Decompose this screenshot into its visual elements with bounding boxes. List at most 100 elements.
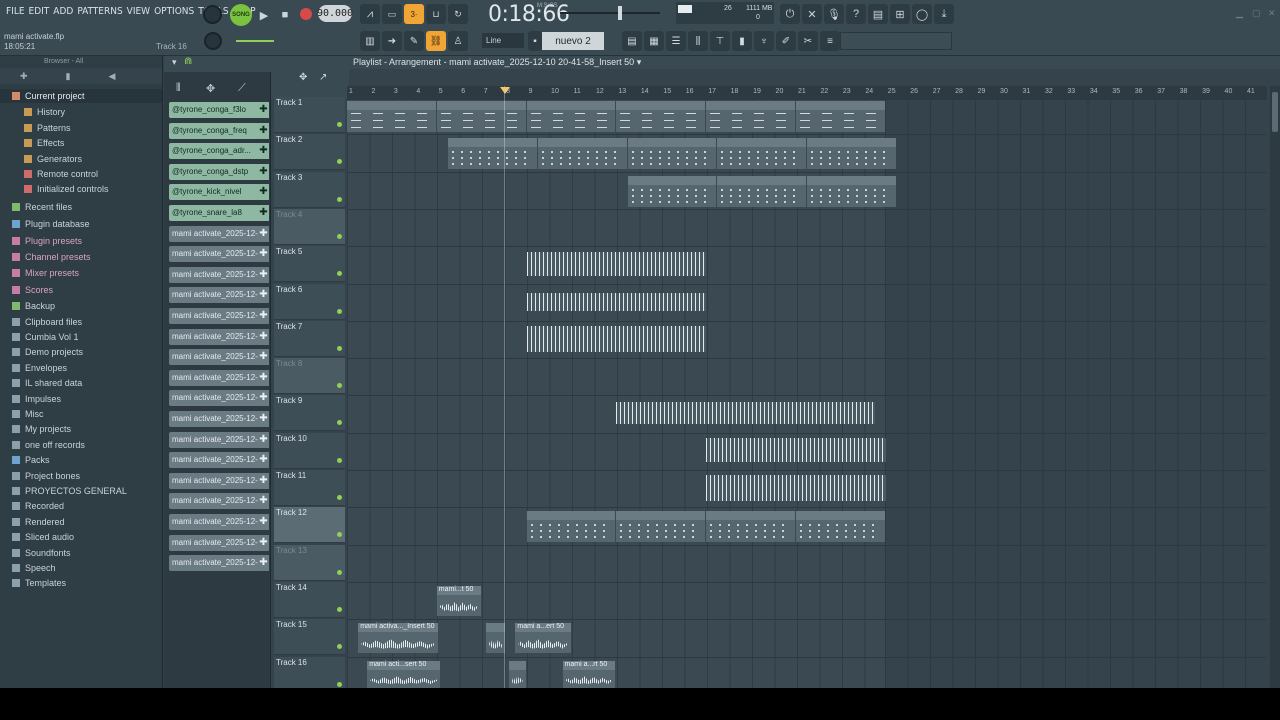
arrow-tool-icon[interactable]: ➜ xyxy=(382,31,402,51)
add-clip-icon[interactable]: ✚ xyxy=(258,349,269,366)
picker-clip-item[interactable]: mami activate_2025-12-... xyxy=(169,328,259,345)
menu-view[interactable]: VIEW xyxy=(125,6,152,17)
add-clip-icon[interactable]: ✚ xyxy=(258,472,269,489)
track-enable-led[interactable] xyxy=(337,532,342,538)
add-clip-icon[interactable]: ✚ xyxy=(258,246,269,263)
browser-item[interactable]: Recorded xyxy=(0,499,162,513)
metronome-icon[interactable]: ⩘ xyxy=(360,4,380,24)
browser-item[interactable]: Scores xyxy=(0,283,162,297)
help-icon[interactable]: ? xyxy=(846,4,866,24)
picker-clip-item[interactable]: mami activate_2025-12-... xyxy=(169,555,259,572)
add-clip-icon[interactable]: ✚ xyxy=(258,534,269,551)
track-enable-led[interactable] xyxy=(337,569,342,575)
track-header[interactable]: Track 12 xyxy=(274,507,345,544)
track-header[interactable]: Track 2 xyxy=(274,134,345,171)
picker-clip-item[interactable]: mami activate_2025-12-... xyxy=(169,390,259,407)
browser-item[interactable]: My projects xyxy=(0,422,162,436)
browser-item[interactable]: Rendered xyxy=(0,515,162,529)
pattern-clip[interactable]: bajo xyxy=(526,511,616,543)
channel-rack-icon[interactable]: ⫼ xyxy=(688,31,708,51)
pattern-clip[interactable]: Pattern 1 xyxy=(347,101,436,132)
vertical-scrollbar[interactable] xyxy=(1270,86,1280,688)
drum-clip[interactable] xyxy=(526,325,707,352)
master-pitch-knob[interactable] xyxy=(204,32,222,50)
add-clip-icon[interactable]: ✚ xyxy=(258,308,269,324)
pattern-clip[interactable]: nuevo xyxy=(537,138,627,170)
piano-roll-icon[interactable]: ▥ xyxy=(360,31,380,51)
menu-list-icon[interactable]: ≡ xyxy=(820,31,840,51)
browser-item[interactable]: Channel presets xyxy=(0,250,162,264)
pattern-clip[interactable]: nuevo xyxy=(717,138,807,170)
draw-tool-icon[interactable]: ✎ xyxy=(404,31,424,51)
track-header[interactable]: Track 9 xyxy=(274,395,345,432)
browser-item[interactable]: Effects xyxy=(0,136,162,150)
browser-item[interactable]: Project bones xyxy=(0,469,162,483)
browser-item[interactable]: Impulses xyxy=(0,392,162,406)
browser-item[interactable]: Speech xyxy=(0,561,162,575)
download-icon[interactable]: ⤓ xyxy=(934,4,954,24)
browser-item[interactable]: one off records xyxy=(0,438,162,452)
picker-clip-item[interactable]: mami activate_2025-12-... xyxy=(169,431,259,448)
picker-clip-item[interactable]: mami activate_2025-12-... xyxy=(169,349,259,366)
pattern-clip[interactable]: Pattern 1 xyxy=(796,101,885,132)
pattern-clip[interactable]: nuevo xyxy=(627,138,717,170)
picker-move-icon[interactable]: ✥ xyxy=(206,82,215,95)
drum-clip[interactable] xyxy=(526,252,707,277)
plugin-icon[interactable]: ⊞ xyxy=(890,4,910,24)
picker-clip-item[interactable]: mami activate_2025-12-... xyxy=(169,369,259,386)
add-clip-icon[interactable]: ✚ xyxy=(258,390,269,407)
loop-record-icon[interactable]: ↻ xyxy=(448,4,468,24)
pattern-clip[interactable]: nuevo 2 xyxy=(627,175,717,207)
picker-clip-item[interactable]: mami activate_2025-12-... xyxy=(169,246,259,263)
menu-patterns[interactable]: PATTERNS xyxy=(75,6,124,17)
snap-icon[interactable]: ✥ xyxy=(299,72,307,83)
browser-item[interactable]: Patterns xyxy=(0,121,162,135)
picker-clip-item[interactable]: mami activate_2025-12-... xyxy=(169,534,259,551)
pattern-clip[interactable]: nuevo 2 xyxy=(807,175,897,207)
audio-clip[interactable]: mami activa..._Insert 50 xyxy=(358,623,439,654)
track-header[interactable]: Track 13 xyxy=(274,544,345,581)
wrench-icon[interactable]: ✂ xyxy=(798,31,818,51)
playlist-icon[interactable]: ▤ xyxy=(622,31,642,51)
add-clip-icon[interactable]: ✚ xyxy=(258,514,269,530)
audio-clip[interactable] xyxy=(486,623,506,654)
picker-clip-item[interactable]: mami activate_2025-12-... xyxy=(169,266,259,283)
play-icon[interactable]: ▶ xyxy=(254,5,274,25)
drum-clip[interactable] xyxy=(526,292,707,311)
track-enable-led[interactable] xyxy=(337,196,342,202)
browser-file-icon[interactable]: ▮ xyxy=(66,71,71,82)
drum-clip[interactable] xyxy=(706,437,886,462)
picker-clip-item[interactable]: mami activate_2025-12-... xyxy=(169,308,259,324)
add-clip-icon[interactable]: ✚ xyxy=(258,143,269,160)
add-clip-icon[interactable]: ✚ xyxy=(258,266,269,283)
song-mode-toggle[interactable]: SONG xyxy=(230,4,252,26)
track-enable-led[interactable] xyxy=(337,308,342,314)
tempo-display[interactable]: 90.000 xyxy=(317,5,353,22)
browser-item[interactable]: Demo projects xyxy=(0,345,162,359)
link-tool-icon[interactable]: ⛓ xyxy=(426,31,446,51)
browser-item[interactable]: Envelopes xyxy=(0,361,162,375)
browser-item[interactable]: Templates xyxy=(0,576,162,590)
picker-clip-item[interactable]: @tyrone_conga_dstp xyxy=(169,163,259,180)
picker-slice-icon[interactable]: ⟋ xyxy=(238,82,246,95)
save-icon[interactable]: ▤ xyxy=(868,4,888,24)
menu-add[interactable]: ADD xyxy=(51,6,75,17)
blend-notes-icon[interactable]: ⊔ xyxy=(426,4,446,24)
stop-icon[interactable]: ■ xyxy=(275,5,295,25)
picker-clip-item[interactable]: mami activate_2025-12-... xyxy=(169,472,259,489)
chevron-down-icon[interactable]: ▾ xyxy=(637,57,642,67)
picker-clip-item[interactable]: mami activate_2025-12-... xyxy=(169,452,259,469)
track-enable-led[interactable] xyxy=(337,495,342,500)
add-clip-icon[interactable]: ✚ xyxy=(258,122,269,139)
picker-menu-icon[interactable]: ▾ xyxy=(172,57,177,68)
drum-clip[interactable] xyxy=(616,402,875,425)
browser-item[interactable]: Misc xyxy=(0,407,162,421)
add-clip-icon[interactable]: ✚ xyxy=(258,184,269,201)
track-header[interactable]: Track 7 xyxy=(274,320,345,357)
browser-item[interactable]: History xyxy=(0,105,162,119)
pattern-clip[interactable]: Pattern 1 xyxy=(616,101,706,132)
track-enable-led[interactable] xyxy=(337,420,342,426)
track-header[interactable]: Track 1 xyxy=(274,97,345,133)
track-header[interactable]: Track 5 xyxy=(274,246,345,283)
track-enable-led[interactable] xyxy=(337,383,342,389)
